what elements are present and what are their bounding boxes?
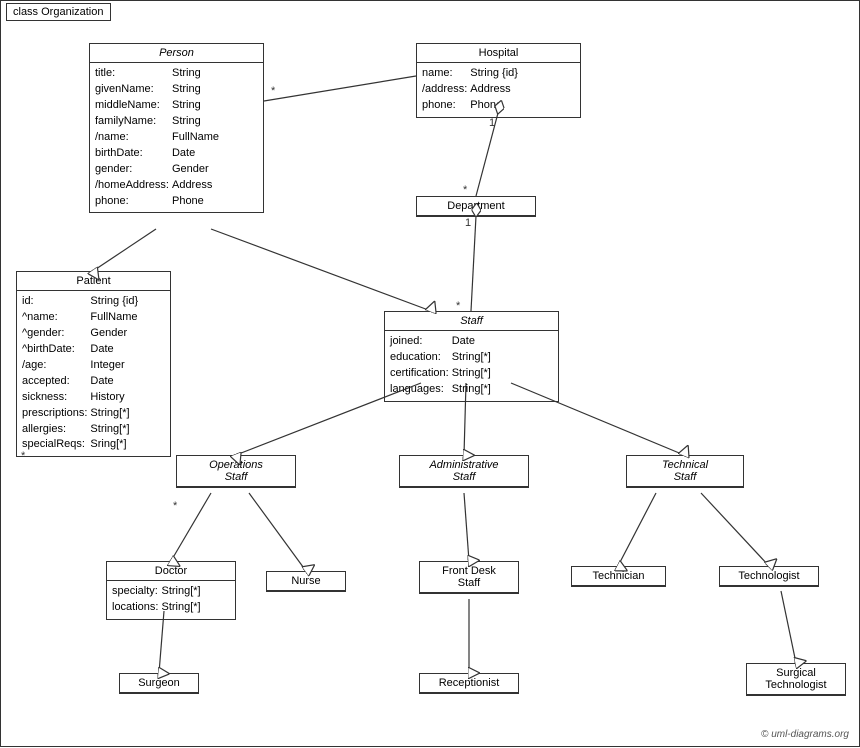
class-hospital: Hospital name:String {id} /address:Addre… bbox=[416, 43, 581, 118]
class-hospital-body: name:String {id} /address:Address phone:… bbox=[417, 63, 580, 117]
class-technologist: Technologist bbox=[719, 566, 819, 587]
class-surgical-technologist: SurgicalTechnologist bbox=[746, 663, 846, 696]
svg-text:*: * bbox=[271, 85, 276, 97]
copyright-text: © uml-diagrams.org bbox=[761, 729, 849, 740]
class-doctor-body: specialty:String[*] locations:String[*] bbox=[107, 581, 235, 619]
class-technologist-header: Technologist bbox=[720, 567, 818, 586]
class-nurse: Nurse bbox=[266, 571, 346, 592]
class-administrative-staff: AdministrativeStaff bbox=[399, 455, 529, 488]
class-technical-staff: TechnicalStaff bbox=[626, 455, 744, 488]
svg-text:*: * bbox=[173, 500, 178, 512]
diagram-container: class Organization Person title:String g… bbox=[0, 0, 860, 747]
svg-text:1: 1 bbox=[465, 217, 471, 229]
class-front-desk-staff: Front DeskStaff bbox=[419, 561, 519, 594]
class-patient-body: id:String {id} ^name:FullName ^gender:Ge… bbox=[17, 291, 170, 456]
class-doctor-header: Doctor bbox=[107, 562, 235, 581]
class-front-desk-staff-header: Front DeskStaff bbox=[420, 562, 518, 593]
class-technician: Technician bbox=[571, 566, 666, 587]
class-staff-body: joined:Date education:String[*] certific… bbox=[385, 331, 558, 401]
class-receptionist-header: Receptionist bbox=[420, 674, 518, 693]
class-department-header: Department bbox=[417, 197, 535, 216]
class-patient-header: Patient bbox=[17, 272, 170, 291]
class-technical-staff-header: TechnicalStaff bbox=[627, 456, 743, 487]
class-patient: Patient id:String {id} ^name:FullName ^g… bbox=[16, 271, 171, 457]
class-person-header: Person bbox=[90, 44, 263, 63]
class-staff-header: Staff bbox=[385, 312, 558, 331]
class-nurse-header: Nurse bbox=[267, 572, 345, 591]
class-receptionist: Receptionist bbox=[419, 673, 519, 694]
class-surgeon-header: Surgeon bbox=[120, 674, 198, 693]
class-person-body: title:String givenName:String middleName… bbox=[90, 63, 263, 212]
class-operations-staff-header: OperationsStaff bbox=[177, 456, 295, 487]
class-surgeon: Surgeon bbox=[119, 673, 199, 694]
svg-text:*: * bbox=[463, 184, 468, 196]
class-operations-staff: OperationsStaff bbox=[176, 455, 296, 488]
class-doctor: Doctor specialty:String[*] locations:Str… bbox=[106, 561, 236, 620]
diagram-title: class Organization bbox=[6, 3, 111, 21]
class-person: Person title:String givenName:String mid… bbox=[89, 43, 264, 213]
class-surgical-technologist-header: SurgicalTechnologist bbox=[747, 664, 845, 695]
class-hospital-header: Hospital bbox=[417, 44, 580, 63]
class-technician-header: Technician bbox=[572, 567, 665, 586]
svg-text:1: 1 bbox=[489, 117, 495, 129]
class-staff: Staff joined:Date education:String[*] ce… bbox=[384, 311, 559, 402]
class-administrative-staff-header: AdministrativeStaff bbox=[400, 456, 528, 487]
class-department: Department bbox=[416, 196, 536, 217]
